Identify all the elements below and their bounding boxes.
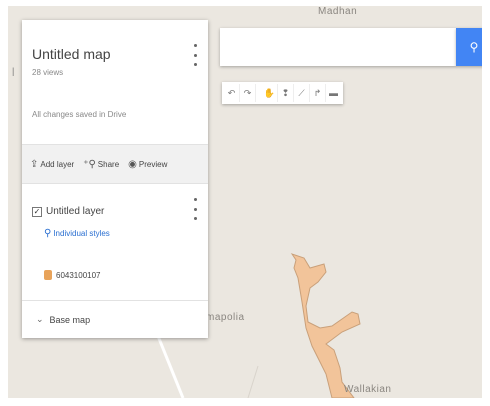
feature-item[interactable]: 6043100107	[44, 270, 101, 280]
map-options-icon[interactable]	[190, 44, 200, 66]
polygon-icon	[44, 270, 52, 280]
marker-icon[interactable]: ❢	[278, 84, 294, 102]
place-label: Madhan	[318, 6, 358, 17]
share-button[interactable]: ⁺⚲ Share	[83, 159, 119, 170]
share-label: Share	[97, 159, 120, 169]
layer-checkbox[interactable]: ✓	[32, 206, 42, 217]
panel-header: Untitled map 28 views All changes saved …	[22, 20, 208, 144]
preview-label: Preview	[138, 159, 168, 169]
search-button[interactable]: ⚲	[456, 28, 482, 66]
drawing-toolbar: ↶ ↷ ✋ ❢ ⟋ ↱ ▬	[222, 82, 343, 104]
edge-marker: |	[12, 66, 15, 76]
map-canvas[interactable]: Madhan mapolia Wallakian | Untitled map …	[8, 6, 482, 398]
panel-actions: ⇪ Add layer ⁺⚲ Share ◉ Preview	[22, 144, 208, 184]
layer-style-label: Individual styles	[53, 229, 110, 238]
place-label: Wallakian	[344, 384, 392, 395]
add-layer-label: Add layer	[40, 159, 75, 169]
map-title[interactable]: Untitled map	[32, 46, 111, 62]
add-person-icon: ⁺⚲	[83, 158, 96, 170]
layer-row[interactable]: ✓ Untitled layer	[32, 206, 104, 217]
add-layer-icon: ⇪	[30, 158, 39, 170]
preview-button[interactable]: ◉ Preview	[128, 159, 167, 170]
draw-line-icon[interactable]: ⟋	[294, 84, 310, 102]
base-map-toggle[interactable]: ⌄ Base map	[22, 300, 208, 338]
eye-icon: ◉	[128, 158, 137, 170]
paint-roller-icon: ⚲	[44, 228, 52, 239]
chevron-down-icon: ⌄	[36, 314, 44, 324]
add-layer-button[interactable]: ⇪ Add layer	[30, 159, 74, 170]
map-panel: Untitled map 28 views All changes saved …	[22, 20, 208, 338]
redo-icon[interactable]: ↷	[240, 84, 256, 102]
map-views: 28 views	[32, 68, 64, 77]
place-label: mapolia	[206, 312, 245, 323]
directions-icon[interactable]: ↱	[310, 84, 326, 102]
undo-icon[interactable]: ↶	[224, 84, 240, 102]
road-minor	[247, 365, 259, 398]
layer-name[interactable]: Untitled layer	[46, 206, 104, 217]
ruler-icon[interactable]: ▬	[326, 84, 341, 102]
save-status: All changes saved in Drive	[32, 110, 127, 119]
search-input[interactable]	[220, 28, 456, 66]
layer-options-icon[interactable]	[190, 198, 200, 220]
hand-icon[interactable]: ✋	[262, 84, 278, 102]
search-icon: ⚲	[469, 40, 479, 54]
road	[156, 335, 185, 398]
base-map-label: Base map	[49, 314, 91, 325]
drawn-polygon[interactable]	[290, 253, 361, 398]
layer-style-link[interactable]: ⚲ Individual styles	[44, 228, 110, 239]
feature-label: 6043100107	[56, 270, 101, 280]
